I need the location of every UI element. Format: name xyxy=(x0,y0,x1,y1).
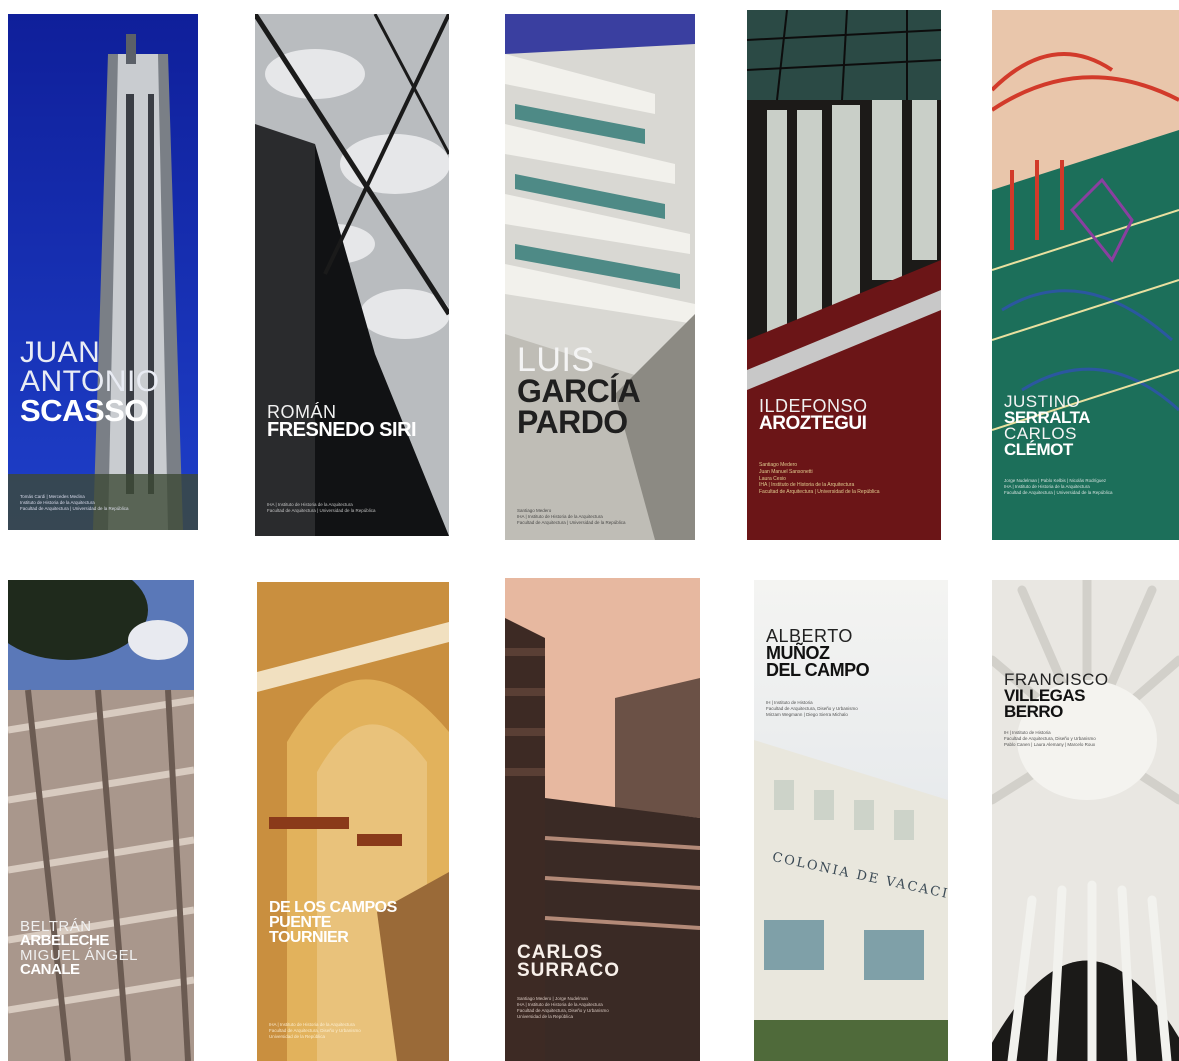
radial-ceiling-photo xyxy=(992,580,1179,1061)
cover-title-bold: GARCÍA xyxy=(517,373,641,410)
cover-title-bold: SURRACO xyxy=(517,960,621,982)
brutalist-building-photo xyxy=(505,578,700,1061)
cover-title-bold: TOURNIER xyxy=(269,929,349,947)
cover-credit: Facultad de Arquitectura | Universidad d… xyxy=(759,489,880,495)
cover-garcia-pardo: LUIS GARCÍA PARDO Santiago Medero IHA | … xyxy=(505,14,695,540)
cover-title-light: ANTONIO xyxy=(20,364,160,398)
cover-munoz-del-campo: ALBERTO MUÑOZ DEL CAMPO IH | Instituto d… xyxy=(754,580,948,1061)
cover-credit: Pablo Canen | Laura Alemany | Marcelo Ro… xyxy=(1004,742,1096,748)
cover-de-los-campos: DE LOS CAMPOS PUENTE TOURNIER IHA | Inst… xyxy=(257,582,449,1061)
cover-title-bold: DE LOS CAMPOS xyxy=(269,899,397,916)
cover-credit: Laura Cesio xyxy=(759,475,786,482)
cover-credit: Universidad de la República xyxy=(517,1014,574,1020)
cover-aroztegui: ILDEFONSO AROZTEGUI Santiago Medero Juan… xyxy=(747,10,941,540)
cover-title-bold: SCASSO xyxy=(20,393,148,428)
cover-arbeleche-canale: BELTRÁN ARBELECHE MIGUEL ÁNGEL CANALE xyxy=(8,580,194,1061)
cover-title-bold: CLÉMOT xyxy=(1004,440,1073,460)
tower-photo xyxy=(8,14,198,530)
cover-title-bold: PARDO xyxy=(517,403,628,440)
facade-photo xyxy=(505,14,695,540)
sketch-drawing xyxy=(992,10,1179,540)
cover-title-bold: BERRO xyxy=(1004,702,1063,722)
cover-credit: IHA | Instituto de Historia de la Arquit… xyxy=(759,482,855,489)
cover-credit: Facultad de Arquitectura | Universidad d… xyxy=(20,506,129,512)
cover-surraco: CARLOS SURRACO Santiago Medero | Jorge N… xyxy=(505,578,700,1061)
arch-wall-photo xyxy=(257,582,449,1061)
cover-title-bold: PUENTE xyxy=(269,914,331,932)
cover-credit: Facultad de Arquitectura | Universidad d… xyxy=(267,508,376,514)
cover-credit: Facultad de Arquitectura | Universidad d… xyxy=(517,520,626,526)
cover-title-bold: AROZTEGUI xyxy=(759,413,867,435)
cover-title-bold: DEL CAMPO xyxy=(766,660,870,681)
cover-title-light: LUIS xyxy=(517,341,595,379)
cover-villegas-berro: FRANCISCO VILLEGAS BERRO IH | Instituto … xyxy=(992,580,1179,1061)
cover-credit: Santiago Medero xyxy=(759,462,798,468)
interior-photo xyxy=(747,10,941,540)
cover-credit: Universidad de la República xyxy=(269,1034,326,1040)
cover-credit: Facultad de Arquitectura | Universidad d… xyxy=(1004,490,1113,496)
cover-serralta-clemot: JUSTINO SERRALTA CARLOS CLÉMOT Jorge Nud… xyxy=(992,10,1179,540)
balcony-facade-photo xyxy=(8,580,194,1061)
cover-scasso: JUAN ANTONIO SCASSO Tomás Cardi | Merced… xyxy=(8,14,198,530)
cover-title-light: JUAN xyxy=(20,336,101,369)
cover-title-bold: CANALE xyxy=(20,960,80,978)
cover-credit: Juan Manuel Sansonetti xyxy=(759,468,813,475)
cover-credit: Mirzam Wegmann | Diego Sierra Michalo xyxy=(766,712,848,718)
cloud-building-photo xyxy=(255,14,449,536)
cover-title-bold: FRESNEDO SIRI xyxy=(267,419,417,442)
cover-fresnedo: ROMÁN FRESNEDO SIRI IHA | Instituto de H… xyxy=(255,14,449,536)
